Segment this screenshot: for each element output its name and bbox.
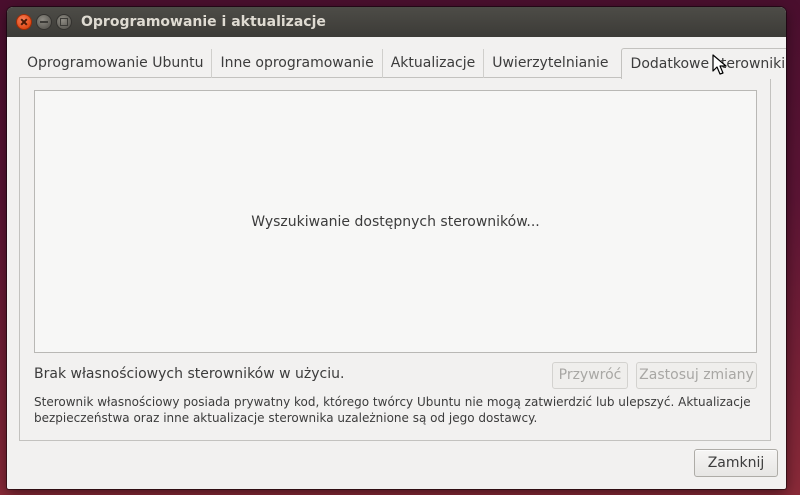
- maximize-icon[interactable]: [56, 14, 72, 30]
- revert-button[interactable]: Przywróć: [552, 362, 628, 389]
- driver-status-text: Brak własnościowych sterowników w użyciu…: [34, 366, 345, 382]
- searching-message: Wyszukiwanie dostępnych sterowników...: [251, 213, 540, 230]
- title-bar[interactable]: Oprogramowanie i aktualizacje: [7, 7, 786, 37]
- apply-changes-button[interactable]: Zastosuj zmiany: [636, 362, 757, 389]
- software-updates-window: Oprogramowanie i aktualizacje Oprogramow…: [7, 7, 786, 489]
- close-icon[interactable]: [16, 14, 32, 30]
- tab-ubuntu-software[interactable]: Oprogramowanie Ubuntu: [19, 49, 211, 78]
- tab-other-software[interactable]: Inne oprogramowanie: [211, 49, 381, 78]
- close-button[interactable]: Zamknij: [694, 449, 778, 477]
- mouse-pointer-icon: [712, 54, 727, 75]
- drivers-list[interactable]: Wyszukiwanie dostępnych sterowników...: [34, 90, 757, 353]
- tab-authentication[interactable]: Uwierzytelnianie: [483, 49, 616, 78]
- window-title: Oprogramowanie i aktualizacje: [81, 14, 326, 30]
- tab-additional-drivers[interactable]: Dodatkowe sterowniki: [620, 48, 786, 79]
- tab-updates[interactable]: Aktualizacje: [381, 49, 484, 78]
- proprietary-driver-note: Sterownik własnościowy posiada prywatny …: [34, 395, 751, 425]
- minimize-icon[interactable]: [36, 14, 52, 30]
- tab-bar: Oprogramowanie Ubuntu Inne oprogramowani…: [19, 48, 786, 79]
